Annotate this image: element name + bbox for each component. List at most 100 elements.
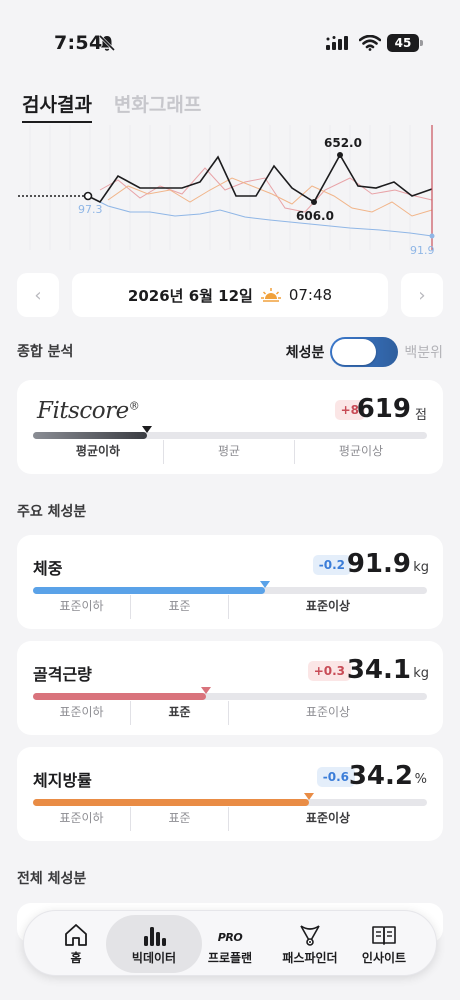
metric-delta-badge: +0.3 (307, 661, 351, 681)
view-mode-toggle[interactable] (330, 337, 399, 367)
main-composition-title: 주요 체성분 (17, 504, 87, 520)
chevron-left-icon: ‹ (34, 284, 42, 306)
metric-bar-fill (33, 587, 265, 594)
range-above-standard: 표준이상 (305, 599, 351, 613)
metric-value: 34.1 (346, 655, 411, 685)
metric-unit: % (414, 772, 427, 787)
metric-marker (260, 581, 270, 588)
nav-home-label: 홈 (70, 950, 82, 965)
chart-end-point (429, 233, 435, 239)
fitscore-card[interactable]: Fitscore® +8 619 점 평균이하 평균 평균이상 (17, 380, 443, 474)
battery-level: 45 (394, 36, 412, 50)
toggle-knob (332, 339, 377, 365)
tab-test-result[interactable]: 검사결과 (22, 90, 92, 123)
metric-delta-badge: -0.2 (312, 555, 351, 575)
bottom-navigation: 홈 빅데이터 PRO 프로플랜 패스파인더 인사이트 (23, 910, 437, 976)
metric-card-skeletal-muscle[interactable]: 골격근량 +0.3 34.1 kg 표준이하 표준 표준이상 (17, 641, 443, 735)
range-below-standard: 표준이하 (33, 701, 131, 725)
full-composition-header: 전체 체성분 (17, 864, 443, 894)
metric-bar (33, 581, 427, 594)
metric-marker (304, 793, 314, 800)
metric-bar-fill (33, 693, 206, 700)
view-tabs: 검사결과 변화그래프 (22, 90, 201, 123)
status-time: 7:54 (54, 32, 103, 54)
range-standard: 표준 (131, 807, 229, 831)
bar-chart-icon (144, 926, 166, 946)
fitscore-marker (142, 426, 152, 433)
bell-muted-icon (98, 34, 116, 52)
chart-end-label: 91.9 (410, 244, 435, 257)
range-above-average: 평균이상 (338, 444, 384, 458)
nav-pro-plan-label: 프로플랜 (207, 950, 253, 965)
metric-bar (33, 793, 427, 806)
chart-max-label: 652.0 (324, 136, 362, 150)
tab-change-graph[interactable]: 변화그래프 (114, 90, 201, 123)
nav-big-data-label: 빅데이터 (131, 950, 177, 965)
pathfinder-icon (300, 924, 320, 946)
metric-value: 34.2 (348, 761, 413, 791)
nav-pathfinder-label: 패스파인더 (282, 950, 338, 965)
metric-value: 91.9 (346, 549, 411, 579)
nav-home[interactable]: 홈 (36, 915, 116, 973)
series-weight-line (87, 195, 433, 237)
fitscore-unit: 점 (415, 408, 427, 423)
fitscore-value: 619 (356, 394, 411, 424)
next-date-button[interactable]: › (401, 273, 443, 317)
fitscore-bar-fill (33, 432, 147, 439)
chart-max-point (337, 152, 343, 158)
sunrise-icon (260, 288, 281, 302)
pro-icon: PRO (217, 930, 243, 944)
status-bar: 7:54 45 (0, 0, 460, 84)
metric-range-labels: 표준이하 표준 표준이상 (33, 701, 427, 725)
view-mode-toggle-group: 체성분 백분위 (286, 337, 443, 367)
previous-date-button[interactable]: ‹ (17, 273, 59, 317)
range-average: 평균 (164, 440, 295, 464)
range-standard: 표준 (131, 701, 229, 725)
metric-bar-fill (33, 799, 309, 806)
fitscore-logo: Fitscore® (37, 398, 140, 424)
chart-start-label: 97.3 (78, 203, 103, 216)
trend-chart[interactable]: 652.0 606.0 97.3 91.9 (0, 120, 460, 260)
wifi-icon (359, 35, 381, 51)
metric-unit: kg (413, 666, 429, 681)
measure-time: 07:48 (288, 286, 333, 304)
metric-name: 체중 (33, 559, 63, 578)
chart-min-label: 606.0 (296, 209, 334, 223)
metric-name: 골격근량 (33, 665, 92, 684)
main-composition-header: 주요 체성분 (17, 497, 443, 527)
range-standard: 표준 (131, 595, 229, 619)
nav-insight[interactable]: 인사이트 (344, 915, 424, 973)
date-selector[interactable]: 2026년 6월 12일 07:48 (72, 273, 388, 317)
fitscore-range-labels: 평균이하 평균 평균이상 (33, 440, 427, 464)
chart-min-point (311, 199, 317, 205)
date-text: 2026년 6월 12일 (127, 286, 253, 305)
nav-insight-label: 인사이트 (361, 950, 407, 965)
metric-card-body-fat[interactable]: 체지방률 -0.6 34.2 % 표준이하 표준 표준이상 (17, 747, 443, 841)
metric-marker (201, 687, 211, 694)
range-above-standard: 표준이상 (305, 705, 351, 719)
full-composition-title: 전체 체성분 (17, 871, 87, 887)
fitscore-bar (33, 426, 427, 439)
metric-unit: kg (413, 560, 429, 575)
nav-big-data[interactable]: 빅데이터 (106, 915, 202, 973)
nav-pro-plan[interactable]: PRO 프로플랜 (190, 915, 270, 973)
cellular-signal-icon (326, 36, 348, 50)
metric-card-weight[interactable]: 체중 -0.2 91.9 kg 표준이하 표준 표준이상 (17, 535, 443, 629)
chevron-right-icon: › (418, 284, 426, 306)
nav-pathfinder[interactable]: 패스파인더 (270, 915, 350, 973)
toggle-label-body-composition: 체성분 (285, 345, 325, 361)
book-icon (372, 925, 396, 945)
range-below-standard: 표준이하 (33, 595, 131, 619)
overall-analysis-header: 종합 분석 체성분 백분위 (17, 337, 443, 367)
home-icon (65, 923, 87, 946)
battery-icon: 45 (387, 34, 423, 52)
range-below-standard: 표준이하 (33, 807, 131, 831)
metric-range-labels: 표준이하 표준 표준이상 (33, 807, 427, 831)
date-navigation: ‹ 2026년 6월 12일 07:48 › (17, 273, 443, 317)
chart-start-point (83, 191, 93, 201)
range-below-average: 평균이하 (33, 440, 164, 464)
metric-bar (33, 687, 427, 700)
metric-range-labels: 표준이하 표준 표준이상 (33, 595, 427, 619)
range-above-standard: 표준이상 (305, 811, 351, 825)
toggle-label-percentile: 백분위 (404, 345, 443, 361)
